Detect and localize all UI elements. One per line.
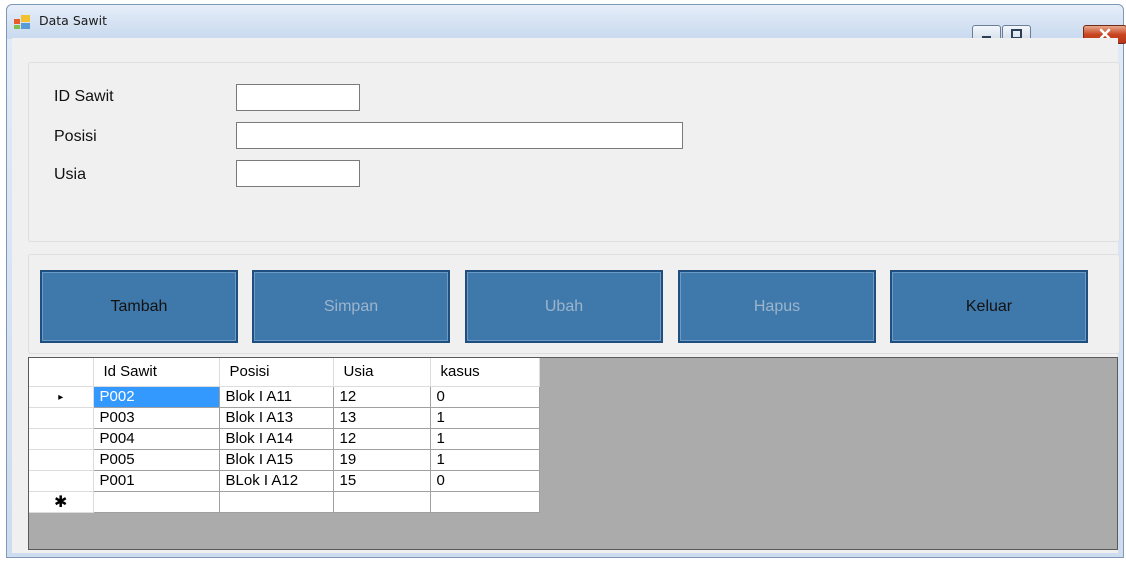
row-header[interactable]: [29, 470, 94, 492]
grid-cell-id-sawit[interactable]: P003: [93, 407, 220, 429]
grid-cell-posisi[interactable]: Blok I A11: [219, 386, 334, 408]
usia-label: Usia: [54, 166, 87, 183]
new-row-icon: ✱: [54, 493, 68, 511]
form-icon: [14, 15, 30, 29]
grid-cell-kasus[interactable]: 0: [430, 386, 540, 408]
row-header[interactable]: [29, 449, 94, 471]
grid-cell-id-sawit[interactable]: P005: [93, 449, 220, 471]
row-header[interactable]: ✱: [29, 491, 94, 513]
data-grid[interactable]: Id Sawit Posisi Usia kasus ▸ P002 Blok I…: [28, 357, 1118, 550]
simpan-button[interactable]: Simpan: [252, 270, 450, 343]
grid-cell-kasus[interactable]: 1: [430, 428, 540, 450]
grid-cell-kasus[interactable]: 0: [430, 470, 540, 492]
grid-cell-usia[interactable]: 15: [333, 470, 431, 492]
grid-cell-usia[interactable]: [333, 491, 431, 513]
column-header-kasus[interactable]: kasus: [430, 358, 540, 387]
ubah-button[interactable]: Ubah: [465, 270, 663, 343]
window-title: Data Sawit: [39, 13, 108, 28]
row-header[interactable]: [29, 428, 94, 450]
hapus-button[interactable]: Hapus: [678, 270, 876, 343]
grid-cell-usia[interactable]: 12: [333, 386, 431, 408]
grid-cell-id-sawit[interactable]: [93, 491, 220, 513]
grid-cell-posisi[interactable]: [219, 491, 334, 513]
grid-cell-kasus[interactable]: 1: [430, 407, 540, 429]
data-grid-table: Id Sawit Posisi Usia kasus ▸ P002 Blok I…: [29, 358, 540, 513]
usia-input[interactable]: [236, 160, 360, 187]
keluar-button[interactable]: Keluar: [890, 270, 1088, 343]
grid-cell-kasus[interactable]: 1: [430, 449, 540, 471]
grid-cell-kasus[interactable]: [430, 491, 540, 513]
table-row[interactable]: ▸ P002 Blok I A11 12 0: [29, 386, 540, 408]
current-row-icon: ▸: [58, 391, 64, 403]
column-header-usia[interactable]: Usia: [333, 358, 431, 387]
input-panel: ID Sawit Posisi Usia: [28, 62, 1120, 242]
row-header[interactable]: [29, 407, 94, 429]
posisi-input[interactable]: [236, 122, 683, 149]
table-row[interactable]: P003 Blok I A13 13 1: [29, 407, 540, 429]
table-row[interactable]: P004 Blok I A14 12 1: [29, 428, 540, 450]
table-row[interactable]: P001 BLok I A12 15 0: [29, 470, 540, 492]
grid-cell-posisi[interactable]: Blok I A14: [219, 428, 334, 450]
grid-cell-posisi[interactable]: Blok I A15: [219, 449, 334, 471]
grid-cell-id-sawit[interactable]: P004: [93, 428, 220, 450]
table-row[interactable]: P005 Blok I A15 19 1: [29, 449, 540, 471]
grid-cell-usia[interactable]: 12: [333, 428, 431, 450]
tambah-button[interactable]: Tambah: [40, 270, 238, 343]
grid-cell-id-sawit[interactable]: P001: [93, 470, 220, 492]
grid-cell-posisi[interactable]: Blok I A13: [219, 407, 334, 429]
column-header-posisi[interactable]: Posisi: [219, 358, 334, 387]
grid-cell-id-sawit[interactable]: P002: [93, 386, 220, 408]
grid-header-row: Id Sawit Posisi Usia kasus: [29, 358, 540, 387]
title-bar[interactable]: Data Sawit: [7, 5, 1123, 39]
grid-cell-posisi[interactable]: BLok I A12: [219, 470, 334, 492]
id-sawit-label: ID Sawit: [54, 88, 114, 105]
new-row[interactable]: ✱: [29, 491, 540, 513]
grid-cell-usia[interactable]: 19: [333, 449, 431, 471]
row-header[interactable]: ▸: [29, 386, 94, 408]
grid-cell-usia[interactable]: 13: [333, 407, 431, 429]
column-header-id-sawit[interactable]: Id Sawit: [93, 358, 220, 387]
posisi-label: Posisi: [54, 128, 97, 145]
id-sawit-input[interactable]: [236, 84, 360, 111]
grid-corner-header[interactable]: [29, 358, 94, 387]
button-panel: Tambah Simpan Ubah Hapus Keluar: [28, 254, 1120, 354]
